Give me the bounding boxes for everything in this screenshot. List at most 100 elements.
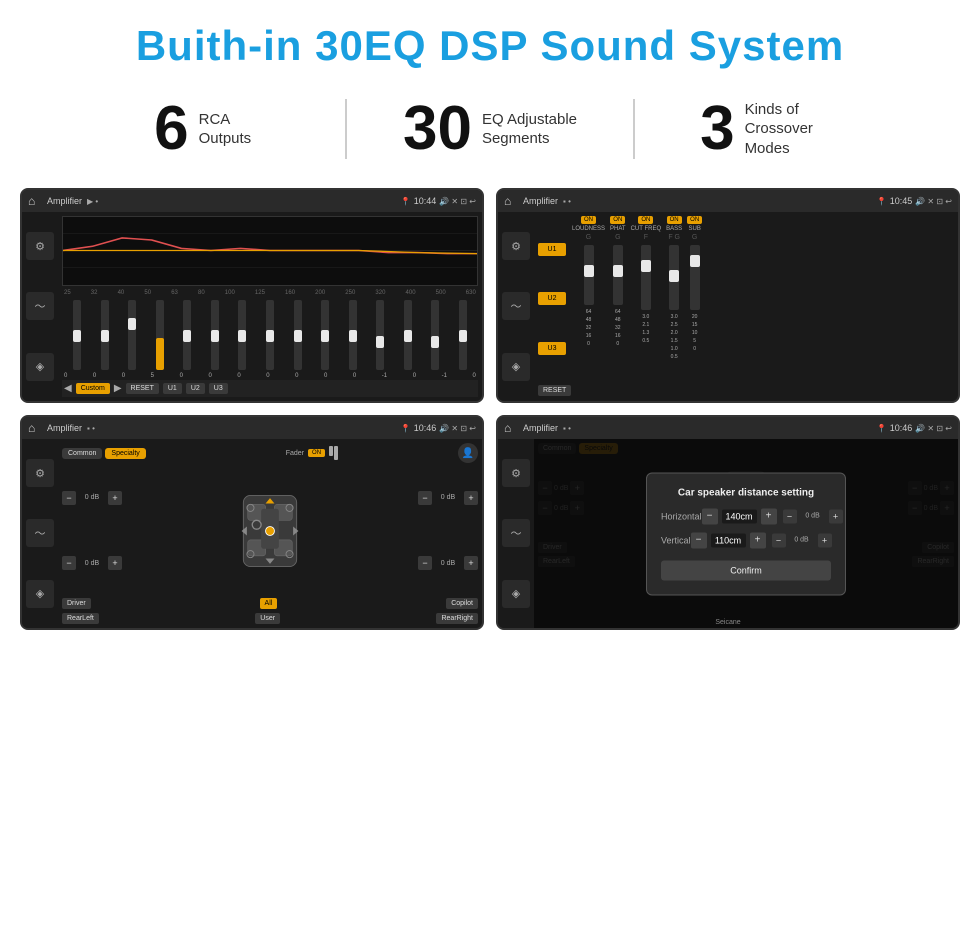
fader-all-btn[interactable]: All <box>260 598 278 609</box>
amp-u3-btn[interactable]: U3 <box>538 342 566 355</box>
amp-home-icon[interactable]: ⌂ <box>504 194 518 208</box>
amp-sidebar-settings[interactable]: ⚙ <box>502 232 530 260</box>
eq-slider-12[interactable] <box>367 300 394 372</box>
fader-tab-specialty[interactable]: Specialty <box>105 448 145 459</box>
distance-dialog: Car speaker distance setting Horizontal … <box>646 472 846 595</box>
eq-u1-btn[interactable]: U1 <box>163 383 182 394</box>
dialog-vdb-plus[interactable]: + <box>818 533 832 547</box>
fader-user-icon[interactable]: 👤 <box>458 443 478 463</box>
amp-u2-btn[interactable]: U2 <box>538 292 566 305</box>
eq-reset-btn[interactable]: RESET <box>126 383 159 394</box>
eq-slider-14[interactable] <box>422 300 449 372</box>
dialog-hdb-value: 0 dB <box>799 513 827 520</box>
home-icon[interactable]: ⌂ <box>28 194 42 208</box>
bass-slider[interactable] <box>669 245 679 310</box>
dialog-home-icon[interactable]: ⌂ <box>504 421 518 435</box>
eq-main: 25 32 40 50 63 80 100 125 160 200 250 32… <box>58 212 482 401</box>
eq-custom-btn[interactable]: Custom <box>76 383 110 394</box>
eq-next-btn[interactable]: ▶ <box>114 383 122 394</box>
eq-prev-btn[interactable]: ◀ <box>64 383 72 394</box>
eq-slider-13[interactable] <box>394 300 421 372</box>
fader-db1-minus[interactable]: − <box>62 491 76 505</box>
phat-on[interactable]: ON <box>610 216 625 224</box>
amp-time: 10:45 <box>890 196 913 206</box>
fader-db1-plus[interactable]: + <box>108 491 122 505</box>
dialog-sidebar-settings[interactable]: ⚙ <box>502 459 530 487</box>
dialog-sidebar-wave[interactable]: 〜 <box>502 519 530 547</box>
fader-sidebar-settings[interactable]: ⚙ <box>26 459 54 487</box>
eq-slider-11[interactable] <box>339 300 366 372</box>
eq-slider-3[interactable] <box>119 300 146 372</box>
fader-sidebar-speaker[interactable]: ◈ <box>26 580 54 608</box>
dialog-horizontal-plus[interactable]: + <box>761 508 777 524</box>
cutfreq-slider[interactable] <box>641 245 651 310</box>
fader-db2-minus[interactable]: − <box>62 556 76 570</box>
sub-slider[interactable] <box>690 245 700 310</box>
amp-status-bar: ⌂ Amplifier ▪ • 📍 10:45 🔊 ✕ ⊡ ↩ <box>498 190 958 212</box>
fader-db3-plus[interactable]: + <box>464 491 478 505</box>
loudness-slider[interactable] <box>584 245 594 305</box>
dialog-vertical-value: 110cm <box>711 533 746 547</box>
loudness-val: 64 <box>586 309 592 315</box>
fader-driver-btn[interactable]: Driver <box>62 598 91 609</box>
dialog-vertical-minus[interactable]: − <box>691 532 707 548</box>
eq-slider-9[interactable] <box>284 300 311 372</box>
stat-number-crossover: 3 <box>700 98 734 160</box>
eq-u3-btn[interactable]: U3 <box>209 383 228 394</box>
fader-right-controls: − 0 dB + − 0 dB + <box>418 467 478 594</box>
dialog-vdb-minus[interactable]: − <box>772 533 786 547</box>
fader-rearright-btn[interactable]: RearRight <box>436 613 478 624</box>
amp-action-icons: 🔊 ✕ ⊡ ↩ <box>915 197 952 206</box>
eq-sidebar-settings[interactable]: ⚙ <box>26 232 54 260</box>
dialog-vertical-plus[interactable]: + <box>750 532 766 548</box>
sub-on[interactable]: ON <box>687 216 702 224</box>
phat-label: PHAT <box>610 226 626 232</box>
eq-sidebar-wave[interactable]: 〜 <box>26 292 54 320</box>
eq-slider-4[interactable] <box>147 300 174 372</box>
amp-reset-btn[interactable]: RESET <box>538 385 571 396</box>
sub-label: SUB <box>688 226 700 232</box>
fader-copilot-btn[interactable]: Copilot <box>446 598 478 609</box>
fader-db1: − 0 dB + <box>62 491 122 505</box>
fader-left-controls: − 0 dB + − 0 dB + <box>62 467 122 594</box>
amp-sidebar-wave[interactable]: 〜 <box>502 292 530 320</box>
loudness-label: LOUDNESS <box>572 226 605 232</box>
eq-slider-2[interactable] <box>92 300 119 372</box>
dialog-horizontal-minus[interactable]: − <box>702 508 718 524</box>
fader-db2: − 0 dB + <box>62 556 122 570</box>
fader-home-icon[interactable]: ⌂ <box>28 421 42 435</box>
eq-slider-1[interactable] <box>64 300 91 372</box>
dialog-confirm-btn[interactable]: Confirm <box>661 560 831 580</box>
dialog-hdb-plus[interactable]: + <box>829 509 843 523</box>
eq-slider-10[interactable] <box>312 300 339 372</box>
eq-slider-5[interactable] <box>174 300 201 372</box>
amp-u1-btn[interactable]: U1 <box>538 243 566 256</box>
dialog-hdb-minus[interactable]: − <box>783 509 797 523</box>
dialog-sidebar-speaker[interactable]: ◈ <box>502 580 530 608</box>
fader-rearleft-btn[interactable]: RearLeft <box>62 613 99 624</box>
fader-on-badge[interactable]: ON <box>308 449 325 457</box>
fader-tab-common[interactable]: Common <box>62 448 102 459</box>
eq-slider-6[interactable] <box>202 300 229 372</box>
cutfreq-on[interactable]: ON <box>638 216 653 224</box>
bass-label: BASS <box>666 226 682 232</box>
eq-u2-btn[interactable]: U2 <box>186 383 205 394</box>
amp-sidebar-speaker[interactable]: ◈ <box>502 353 530 381</box>
loudness-on[interactable]: ON <box>581 216 596 224</box>
fader-db3-minus[interactable]: − <box>418 491 432 505</box>
fader-db4-minus[interactable]: − <box>418 556 432 570</box>
dialog-time: 10:46 <box>890 423 913 433</box>
fader-db4-plus[interactable]: + <box>464 556 478 570</box>
dialog-vertical-row: Vertical − 110cm + − 0 dB + <box>661 532 831 548</box>
eq-slider-7[interactable] <box>229 300 256 372</box>
fader-user-btn[interactable]: User <box>255 613 280 624</box>
phat-slider[interactable] <box>613 245 623 305</box>
fader-sidebar-wave[interactable]: 〜 <box>26 519 54 547</box>
eq-slider-8[interactable] <box>257 300 284 372</box>
eq-slider-15[interactable] <box>449 300 476 372</box>
fader-db2-plus[interactable]: + <box>108 556 122 570</box>
bass-on[interactable]: ON <box>667 216 682 224</box>
stat-label-crossover: Kinds ofCrossover Modes <box>745 100 855 159</box>
amp-content: ⚙ 〜 ◈ U1 U2 U3 ON LOUDNESS <box>498 212 958 401</box>
eq-sidebar-speaker[interactable]: ◈ <box>26 353 54 381</box>
